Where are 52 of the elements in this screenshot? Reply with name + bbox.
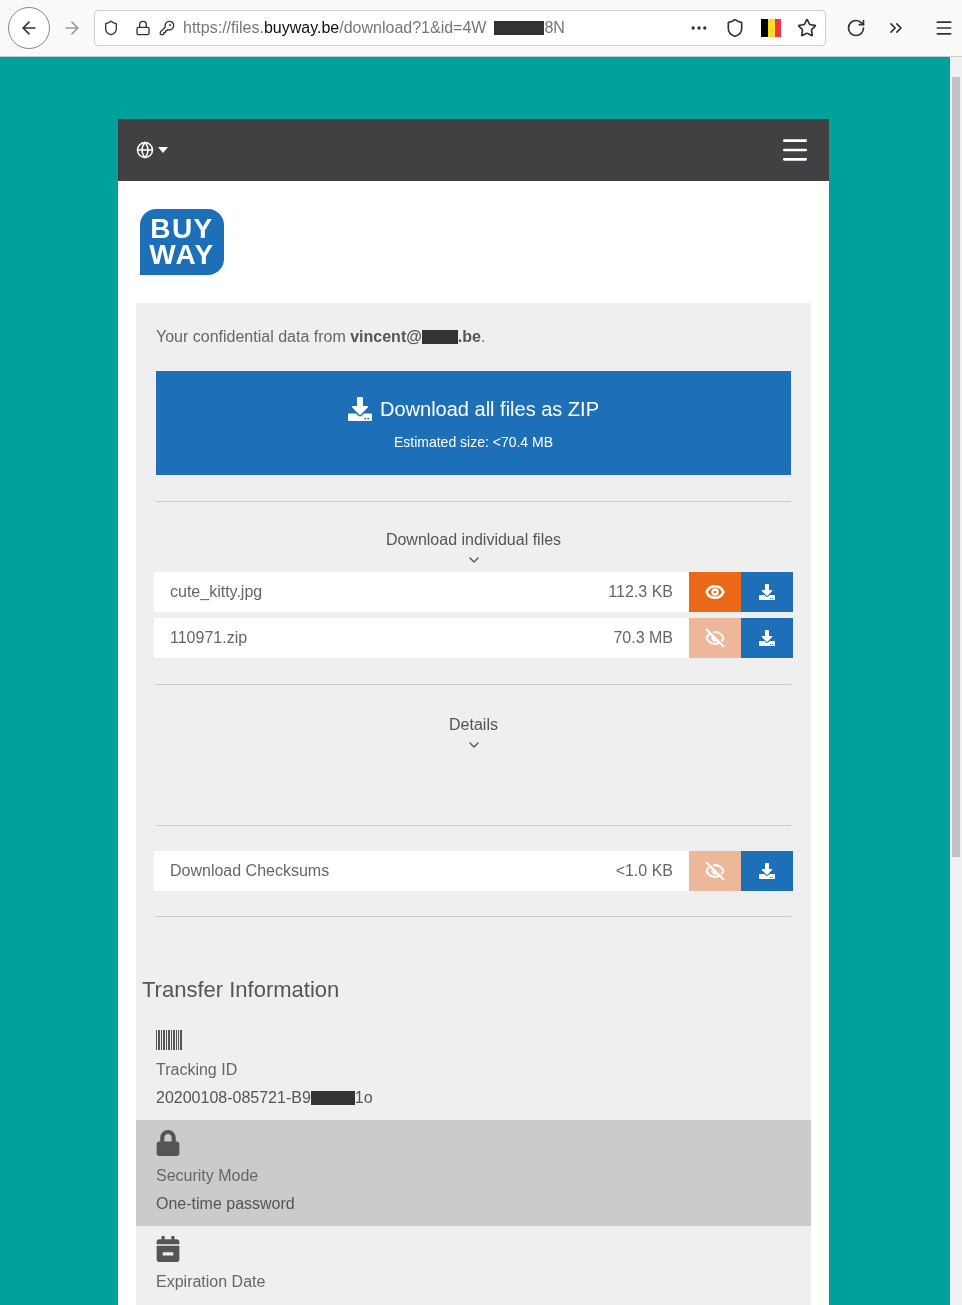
shield-icon[interactable] — [103, 20, 119, 36]
download-zip-button[interactable]: Download all files as ZIP Estimated size: <70.4 MB — [156, 371, 791, 475]
file-name: Download Checksums — [169, 861, 331, 881]
info-value: 20200108-085721-B9 — [156, 1088, 311, 1108]
redaction-bar — [494, 21, 545, 35]
scrollbar-thumb[interactable] — [952, 77, 960, 857]
download-icon — [348, 396, 372, 421]
reload-icon[interactable] — [846, 18, 866, 38]
file-size: <1.0 KB — [615, 861, 674, 881]
download-icon — [759, 630, 775, 646]
download-icon — [759, 584, 775, 600]
address-bar[interactable]: https://files.buyway.be/download?1&id=4W 8N — [94, 10, 826, 46]
barcode-icon — [156, 1030, 183, 1050]
star-icon[interactable] — [797, 18, 817, 38]
file-size: 70.3 MB — [613, 628, 674, 648]
back-button[interactable] — [8, 7, 50, 49]
eye-off-icon — [705, 861, 725, 881]
info-label: Tracking ID — [156, 1060, 239, 1080]
redaction-bar — [421, 330, 458, 344]
redaction-bar — [310, 1091, 355, 1105]
menu-icon[interactable] — [934, 18, 954, 38]
info-label: Expiration Date — [156, 1272, 267, 1292]
flag-icon[interactable] — [761, 19, 781, 37]
lock-icon[interactable] — [135, 20, 151, 36]
logo-text: WAY — [149, 242, 215, 268]
eye-off-icon — [705, 628, 725, 648]
download-button[interactable] — [741, 851, 793, 891]
globe-icon — [136, 141, 154, 159]
info-label: Security Mode — [156, 1166, 260, 1186]
intro-text: .be. — [457, 327, 486, 347]
download-icon — [759, 863, 775, 879]
info-value: 1o — [354, 1088, 373, 1108]
download-button[interactable] — [741, 572, 793, 612]
file-size: 112.3 KB — [608, 582, 674, 602]
logo-text: BUY — [150, 216, 214, 242]
url-text: https://files.buyway.be/download?1&id=4W — [183, 18, 487, 38]
url-text: 8N — [544, 18, 565, 38]
calendar-icon — [156, 1236, 180, 1262]
language-menu[interactable] — [136, 141, 168, 159]
file-name: cute_kitty.jpg — [169, 582, 264, 602]
section-heading[interactable]: Details — [449, 716, 498, 733]
info-value: One-time password — [156, 1194, 295, 1214]
intro-text: Your confidential data from vincent@ — [156, 327, 422, 347]
preview-button[interactable] — [689, 572, 741, 612]
caret-icon — [158, 147, 168, 153]
download-button[interactable] — [741, 618, 793, 658]
section-title: Transfer Information — [141, 976, 341, 1004]
lock-icon — [156, 1130, 180, 1156]
key-icon[interactable] — [159, 20, 175, 36]
file-name: 110971.zip — [169, 628, 249, 648]
section-heading[interactable]: Download individual files — [385, 531, 562, 548]
eye-icon — [705, 582, 725, 602]
